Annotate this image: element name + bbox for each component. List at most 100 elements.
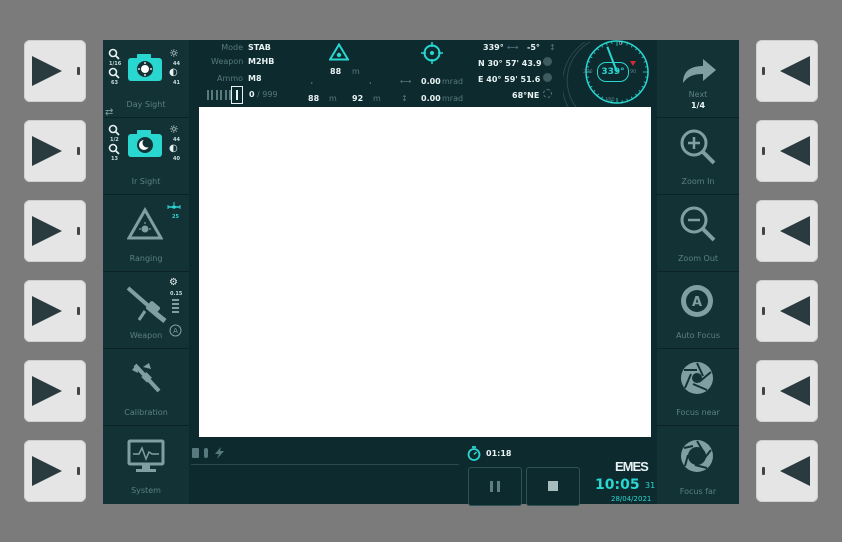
menu-ranging[interactable]: 25 Ranging (103, 194, 189, 272)
range-gate-icon (167, 202, 181, 209)
longitude-value: E 40° 59' 51.6 (478, 75, 541, 84)
zoom-in-icon (108, 124, 120, 136)
menu-next-label: Next (688, 90, 708, 99)
vertical-offset-value: 0.00 (421, 94, 441, 103)
bezel-right-button-4[interactable] (756, 280, 818, 342)
mode-value: STAB (248, 43, 271, 52)
range-gate-marker-a: ▸ (311, 80, 314, 85)
day-zoom-b: 63 (111, 80, 118, 86)
menu-auto-focus-label: Auto Focus (676, 331, 720, 340)
menu-system[interactable]: System (103, 425, 189, 504)
menu-system-label: System (131, 486, 161, 495)
ammo-belt-icon (172, 299, 179, 313)
clock-seconds: 31 (645, 481, 656, 490)
menu-zoom-out-label: Zoom Out (677, 254, 719, 263)
menu-focus-near[interactable]: Focus near (657, 348, 739, 426)
ammo-value: M8 (248, 74, 262, 83)
compass-tick (589, 56, 593, 59)
bezel-right-button-2[interactable] (756, 120, 818, 182)
elevation-value: -5° (527, 43, 540, 52)
menu-auto-focus[interactable]: A Auto Focus (657, 271, 739, 349)
latitude-value: N 30° 57' 43.9 (478, 59, 542, 68)
compass-tick (630, 44, 633, 48)
menu-day-sight[interactable]: 1/16 63 ☼ 44 ◐ 41 ⇄ Day Sight (103, 40, 189, 118)
ammo-selected-box (231, 86, 243, 104)
bearing-value: 68°NE (512, 91, 540, 100)
bezel-left-button-1[interactable] (24, 40, 86, 102)
compass-tick-label: 90 (630, 69, 637, 75)
menu-ir-sight-label: Ir Sight (131, 177, 161, 186)
zoom-in-icon (108, 48, 120, 60)
zoom-out-icon (680, 206, 716, 242)
status-divider (191, 464, 459, 465)
menu-calibration[interactable]: Calibration (103, 348, 189, 426)
stop-button[interactable] (526, 467, 580, 506)
ammo-count: 0 (249, 90, 255, 99)
menu-ir-sight[interactable]: 1/2 13 ☼ 44 ◐ 40 Ir Sight (103, 117, 189, 195)
compass-tick (601, 96, 604, 100)
arrow-left-icon (780, 456, 810, 486)
bezel-left-button-5[interactable] (24, 360, 86, 422)
weapon-sub-value: 0.15 (170, 291, 183, 297)
ammo-total: / 999 (257, 90, 278, 99)
arrow-left-icon (780, 296, 810, 326)
camera-day-icon (128, 54, 162, 81)
north-ref-icon (543, 89, 552, 98)
menu-focus-far-label: Focus far (679, 487, 717, 496)
menu-zoom-in[interactable]: Zoom In (657, 117, 739, 195)
bezel-left-button-2[interactable] (24, 120, 86, 182)
brightness-icon: ☼ (169, 47, 179, 60)
bezel-right-button-5[interactable] (756, 360, 818, 422)
arrow-right-icon (32, 296, 62, 326)
arrow-right-icon (32, 136, 62, 166)
laser-ranging-icon (329, 43, 349, 61)
menu-focus-far[interactable]: Focus far (657, 425, 739, 504)
menu-next[interactable]: Next 1/4 (657, 40, 739, 118)
stopwatch-icon (467, 446, 481, 461)
brightness-icon: ☼ (169, 123, 179, 136)
compass-tick-label: 0 (619, 41, 623, 47)
ranging-sub-value: 25 (172, 214, 179, 220)
pause-icon (490, 481, 493, 492)
range-a-unit: m (329, 94, 337, 103)
range-top-unit: m (352, 67, 360, 76)
mode-label: Mode (221, 43, 243, 52)
aperture-near-icon (681, 362, 713, 394)
ammo-rounds-icon (207, 90, 231, 100)
bezel-right-button-6[interactable] (756, 440, 818, 502)
arrow-right-icon (32, 456, 62, 486)
bezel-right-button-3[interactable] (756, 200, 818, 262)
menu-calibration-label: Calibration (124, 408, 168, 417)
video-feed[interactable] (199, 107, 651, 437)
horizontal-offset-value: 0.00 (421, 77, 441, 86)
left-menu: 1/16 63 ☼ 44 ◐ 41 ⇄ Day Sight 1/2 13 ☼ 4… (103, 40, 189, 504)
auto-mode-icon: A (169, 324, 182, 337)
vertical-offset-icon: ↕ (401, 94, 408, 103)
compass-tick (641, 85, 645, 88)
bezel-right-button-1[interactable] (756, 40, 818, 102)
menu-zoom-out[interactable]: Zoom Out (657, 194, 739, 272)
day-contrast-value: 41 (173, 80, 180, 86)
compass-heading-value: 339° (597, 62, 629, 82)
compass-tick-label: 270 (583, 69, 593, 75)
pause-button[interactable] (468, 467, 522, 506)
horizontal-offset-icon: ⟷ (400, 77, 412, 86)
contrast-icon: ◐ (169, 143, 178, 154)
next-arrow-icon (683, 59, 716, 83)
compass-tick (601, 44, 604, 48)
range-a-value: 88 (308, 94, 320, 103)
range-b-value: 92 (352, 94, 364, 103)
timer-value: 01:18 (486, 449, 512, 458)
bezel-left-button-3[interactable] (24, 200, 86, 262)
arrow-right-icon (32, 216, 62, 246)
clock-date: 28/04/2021 (611, 495, 652, 503)
menu-day-sight-label: Day Sight (126, 100, 166, 109)
azimuth-value: 339° (483, 43, 504, 52)
weapon-label: Weapon (211, 57, 244, 66)
bezel-left-button-6[interactable] (24, 440, 86, 502)
display-screen: 1/16 63 ☼ 44 ◐ 41 ⇄ Day Sight 1/2 13 ☼ 4… (103, 40, 739, 506)
weapon-settings-icon: ⚙ (169, 277, 178, 288)
bezel-left-button-4[interactable] (24, 280, 86, 342)
menu-weapon[interactable]: ⚙ 0.15 Weapon A (103, 271, 189, 349)
right-menu: Next 1/4 Zoom In Zoom Out A Auto Focus F… (657, 40, 739, 504)
